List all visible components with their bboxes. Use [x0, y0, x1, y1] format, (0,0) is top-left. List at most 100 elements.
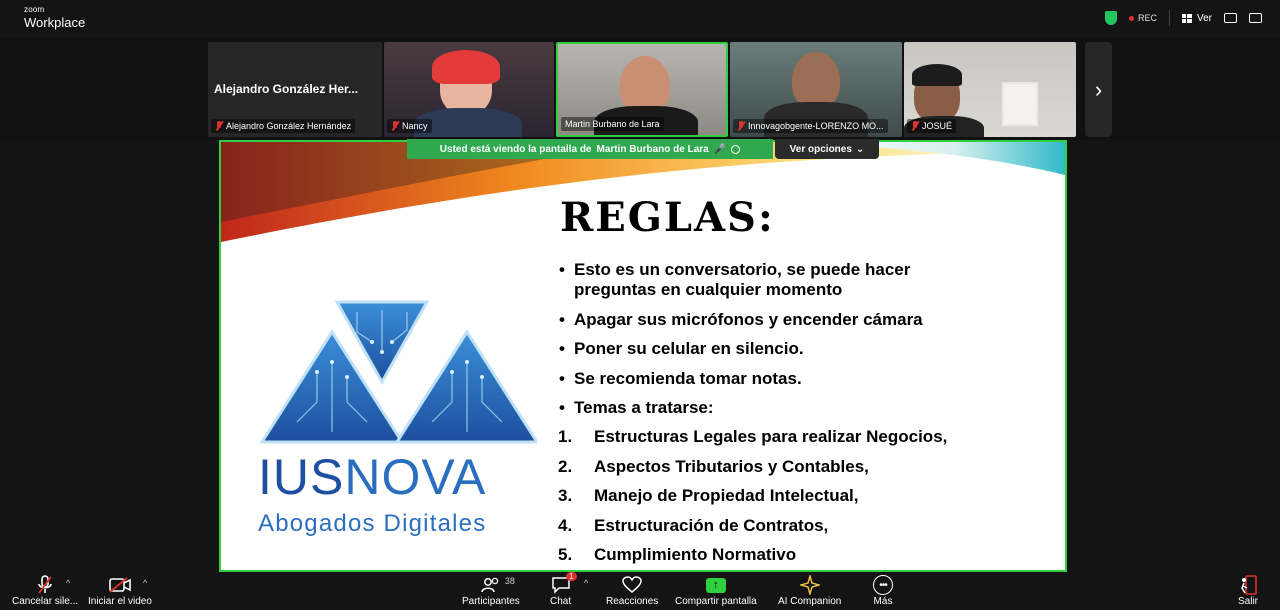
rule-text: Apagar sus micrófonos y encender cámara: [574, 309, 923, 329]
more-label: Más: [873, 596, 893, 607]
recording-dot-icon: [1128, 15, 1134, 21]
iusnova-subtitle: Abogados Digitales: [258, 510, 487, 537]
recording-indicator: REC: [1128, 13, 1157, 23]
view-button[interactable]: Ver: [1181, 12, 1212, 24]
share-screen-icon: ↑: [705, 577, 726, 593]
ai-companion-label: AI Companion: [778, 596, 842, 607]
participant-name: JOSUÉ: [922, 121, 953, 131]
participants-count: 38: [504, 576, 515, 586]
view-options-label: Ver opciones: [789, 143, 852, 155]
participant-name: Innovagobgente-LORENZO MO...: [748, 121, 884, 131]
topic-number: 4.: [558, 515, 573, 535]
chat-button[interactable]: 1 Chat: [550, 572, 577, 607]
brand-name: Workplace: [24, 15, 86, 30]
mute-label: Cancelar sile...: [12, 596, 79, 607]
topic-item: 2. Aspectos Tributarios y Contables,: [558, 457, 974, 477]
share-screen-button[interactable]: ↑ Compartir pantalla: [675, 574, 757, 607]
heart-icon: [622, 576, 642, 593]
rec-label: REC: [1137, 13, 1157, 23]
topic-item: 5. Cumplimiento Normativo: [558, 545, 974, 565]
chevron-right-icon: ›: [1094, 76, 1103, 102]
sharing-banner: Usted está viendo la pantalla de Martin …: [407, 139, 773, 159]
iusnova-logo-text: IUSNOVA: [258, 448, 486, 506]
participant-display-name: Alejandro González Her...: [214, 82, 359, 96]
more-button[interactable]: ••• Más: [873, 574, 893, 607]
list-item: • Se recomienda tomar notas.: [559, 368, 802, 388]
topic-text: Estructuras Legales para realizar Negoci…: [594, 427, 948, 447]
participant-name: Alejandro González Hernández: [226, 121, 352, 131]
shared-slide: REGLAS: • Esto es un conversatorio, se pu…: [219, 140, 1067, 572]
participants-button[interactable]: 38 Participantes: [462, 574, 520, 607]
logo-text-part1: IUS: [258, 449, 345, 505]
leave-label: Salir: [1238, 596, 1259, 607]
sparkle-icon: [799, 575, 820, 595]
participant-video-hair: [432, 50, 500, 84]
list-item: • Apagar sus micrófonos y encender cámara: [559, 309, 923, 329]
app-logo: zoom Workplace: [24, 5, 86, 30]
topic-text: Estructuración de Contratos,: [594, 515, 829, 535]
participant-name-tag: JOSUÉ: [907, 119, 957, 133]
participant-tile-active-speaker[interactable]: Martin Burbano de Lara: [556, 42, 728, 137]
topic-number: 3.: [558, 486, 573, 506]
chat-unread-badge: 1: [566, 572, 577, 581]
rules-list: • Esto es un conversatorio, se puede hace…: [558, 260, 974, 570]
list-item: • Temas a tratarse:: [559, 397, 714, 417]
slide-title: REGLAS:: [560, 194, 775, 241]
topic-item: 4. Estructuración de Contratos,: [558, 516, 974, 536]
list-item: • Poner su celular en silencio.: [559, 339, 804, 359]
participant-tile[interactable]: Alejandro González Her... Alejandro Gonz…: [208, 42, 382, 137]
participant-name: Martin Burbano de Lara: [565, 119, 660, 129]
video-camera-icon: [109, 577, 131, 593]
logo-text-part2: NOVA: [344, 449, 487, 505]
mic-muted-icon: [737, 121, 745, 131]
participant-tile[interactable]: Innovagobgente-LORENZO MO...: [730, 42, 902, 137]
view-options-button[interactable]: Ver opciones ⌄: [775, 139, 879, 159]
record-icon: [731, 144, 741, 154]
participant-name-tag: Innovagobgente-LORENZO MO...: [733, 119, 888, 133]
wall-frame: [1002, 82, 1038, 126]
list-item: • Esto es un conversatorio, se puede hace…: [558, 260, 974, 301]
iusnova-logo-mark: [259, 300, 537, 444]
topic-number: 5.: [558, 544, 573, 564]
participants-label: Participantes: [462, 596, 520, 607]
chat-options-caret-icon[interactable]: ^: [584, 578, 588, 588]
view-label: Ver: [1196, 12, 1212, 24]
shared-screen-area: REGLAS: • Esto es un conversatorio, se pu…: [0, 139, 1280, 572]
presenter-name: Martin Burbano de Lara: [596, 143, 709, 155]
ai-companion-button[interactable]: AI Companion: [778, 574, 841, 607]
topic-item: 1. Estructuras Legales para realizar Nego…: [558, 427, 974, 447]
reactions-button[interactable]: Reacciones: [606, 574, 658, 607]
participant-name-tag: Nancy: [387, 119, 432, 133]
microphone-icon: [38, 575, 52, 594]
participant-tile[interactable]: Nancy: [384, 42, 554, 137]
rule-text: Poner su celular en silencio.: [574, 339, 804, 359]
audio-options-caret-icon[interactable]: ^: [66, 578, 70, 588]
participant-tile[interactable]: JOSUÉ: [904, 42, 1076, 137]
next-page-button[interactable]: ›: [1085, 42, 1112, 137]
picture-in-picture-icon[interactable]: [1224, 13, 1237, 23]
topic-number: 1.: [558, 427, 573, 447]
divider: [1168, 10, 1170, 26]
chevron-down-icon: ⌄: [855, 143, 865, 155]
topic-text: Manejo de Propiedad Intelectual,: [594, 486, 859, 506]
brand-small: zoom: [24, 5, 45, 14]
security-shield-icon[interactable]: [1104, 11, 1117, 25]
topic-text: Aspectos Tributarios y Contables,: [594, 456, 869, 476]
top-bar: zoom Workplace REC Ver: [0, 0, 1280, 38]
fullscreen-icon[interactable]: [1249, 13, 1262, 23]
participant-strip: Alejandro González Her... Alejandro Gonz…: [0, 38, 1280, 140]
participants-icon: [481, 577, 499, 593]
mic-muted-icon: [911, 121, 919, 131]
grid-view-icon: [1181, 13, 1192, 23]
mic-muted-icon: [391, 121, 399, 131]
reactions-label: Reacciones: [606, 596, 659, 607]
leave-button[interactable]: Salir: [1238, 574, 1258, 607]
participant-name-tag: Martin Burbano de Lara: [561, 117, 664, 131]
mic-muted-icon: 🎤: [713, 143, 727, 155]
topic-item: 3. Manejo de Propiedad Intelectual,: [558, 486, 974, 506]
video-options-caret-icon[interactable]: ^: [143, 578, 147, 588]
topic-text: Cumplimiento Normativo: [594, 544, 797, 564]
rule-text: Se recomienda tomar notas.: [574, 368, 802, 388]
participant-video-hair: [912, 64, 962, 86]
rule-text: Temas a tratarse:: [574, 397, 714, 417]
